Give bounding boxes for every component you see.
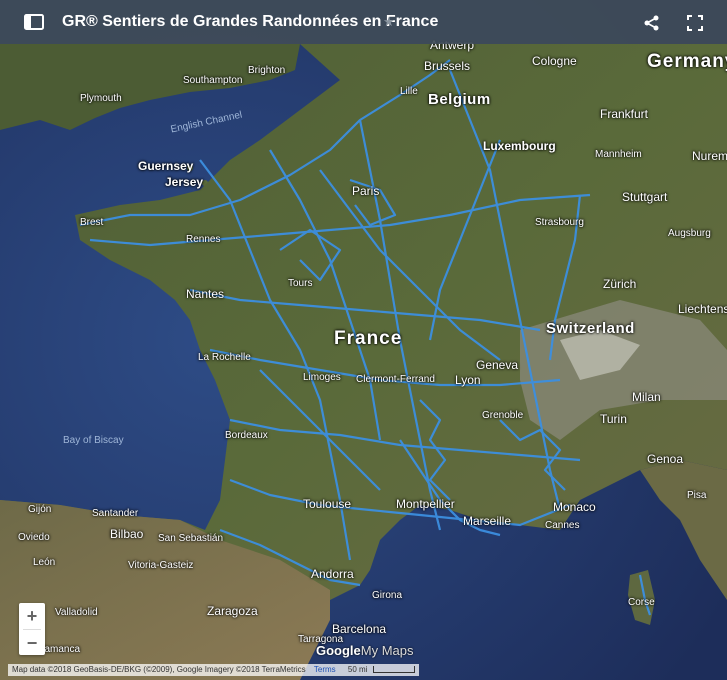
- label-pisa: Pisa: [687, 490, 707, 501]
- label-france: France: [334, 328, 403, 349]
- label-bordeaux: Bordeaux: [225, 430, 268, 441]
- label-southampton: Southampton: [183, 75, 243, 86]
- sidebar-toggle-icon[interactable]: [24, 14, 44, 30]
- zoom-control: + −: [19, 603, 45, 655]
- label-monaco: Monaco: [553, 500, 596, 514]
- label-zaragoza: Zaragoza: [207, 604, 258, 618]
- zoom-in-button[interactable]: +: [19, 603, 45, 629]
- label-strasbourg: Strasbourg: [535, 217, 584, 228]
- label-augsburg: Augsburg: [668, 228, 711, 239]
- logo-google-text: Google: [316, 643, 361, 658]
- label-bay-of-biscay: Bay of Biscay: [63, 435, 124, 446]
- label-stuttgart: Stuttgart: [622, 190, 668, 204]
- scale-label[interactable]: 50 mi: [348, 665, 368, 674]
- label-andorra: Andorra: [311, 567, 354, 581]
- label-brest: Brest: [80, 217, 104, 228]
- label-gijon: Gijón: [28, 504, 52, 515]
- label-luxembourg: Luxembourg: [483, 139, 556, 153]
- label-clermont: Clermont-Ferrand: [356, 374, 435, 385]
- label-cannes: Cannes: [545, 520, 580, 531]
- label-la-rochelle: La Rochelle: [198, 352, 251, 363]
- label-lyon: Lyon: [455, 373, 481, 387]
- label-limoges: Limoges: [303, 372, 341, 383]
- label-plymouth: Plymouth: [80, 93, 122, 104]
- google-mymaps-logo: GoogleMy Maps: [316, 643, 414, 658]
- map-header: GR® Sentiers de Grandes Randonnées en Fr…: [0, 0, 727, 44]
- share-icon[interactable]: [643, 14, 661, 32]
- label-girona: Girona: [372, 590, 403, 601]
- map-attribution: Map data ©2018 GeoBasis-DE/BKG (©2009), …: [8, 664, 419, 676]
- label-belgium: Belgium: [428, 91, 491, 108]
- label-marseille: Marseille: [463, 514, 512, 528]
- label-bilbao: Bilbao: [110, 527, 144, 541]
- label-paris: Paris: [352, 184, 380, 198]
- label-oviedo: Oviedo: [18, 532, 50, 543]
- label-jersey: Jersey: [165, 175, 204, 189]
- label-brighton: Brighton: [248, 65, 286, 76]
- label-cologne: Cologne: [532, 54, 577, 68]
- label-turin: Turin: [600, 412, 627, 426]
- label-valladolid: Valladolid: [55, 607, 98, 618]
- label-germany: Germany: [647, 51, 727, 72]
- label-santander: Santander: [92, 508, 139, 519]
- label-rennes: Rennes: [186, 234, 221, 245]
- logo-mymaps-text: My Maps: [360, 643, 414, 658]
- label-genoa: Genoa: [647, 452, 684, 466]
- label-toulouse: Toulouse: [303, 497, 352, 511]
- attribution-text: Map data ©2018 GeoBasis-DE/BKG (©2009), …: [12, 665, 306, 674]
- star-icon[interactable]: ★: [383, 14, 395, 30]
- terms-link[interactable]: Terms: [314, 665, 336, 674]
- label-zurich: Zürich: [603, 277, 637, 291]
- label-geneva: Geneva: [476, 358, 519, 372]
- zoom-out-button[interactable]: −: [19, 630, 45, 656]
- scale-bar: [372, 666, 415, 674]
- map-title: GR® Sentiers de Grandes Randonnées en Fr…: [62, 13, 439, 30]
- label-frankfurt: Frankfurt: [600, 107, 649, 121]
- label-grenoble: Grenoble: [482, 410, 524, 421]
- label-brussels: Brussels: [424, 59, 471, 73]
- label-san-sebastian: San Sebastián: [158, 533, 224, 544]
- label-milan: Milan: [632, 390, 661, 404]
- label-lille: Lille: [400, 86, 418, 97]
- label-nantes: Nantes: [186, 287, 225, 301]
- label-corse: Corse: [628, 597, 655, 608]
- label-liechtenstein: Liechtenste: [678, 302, 727, 316]
- label-leon: León: [33, 557, 56, 568]
- label-switzerland: Switzerland: [546, 320, 635, 337]
- label-montpellier: Montpellier: [396, 497, 455, 511]
- fullscreen-icon[interactable]: [686, 14, 704, 32]
- label-mannheim: Mannheim: [595, 149, 642, 160]
- label-vitoria: Vitoria-Gasteiz: [128, 560, 194, 571]
- label-tours: Tours: [288, 278, 313, 289]
- label-guernsey: Guernsey: [138, 159, 194, 173]
- label-nuremberg: Nurem: [692, 149, 727, 163]
